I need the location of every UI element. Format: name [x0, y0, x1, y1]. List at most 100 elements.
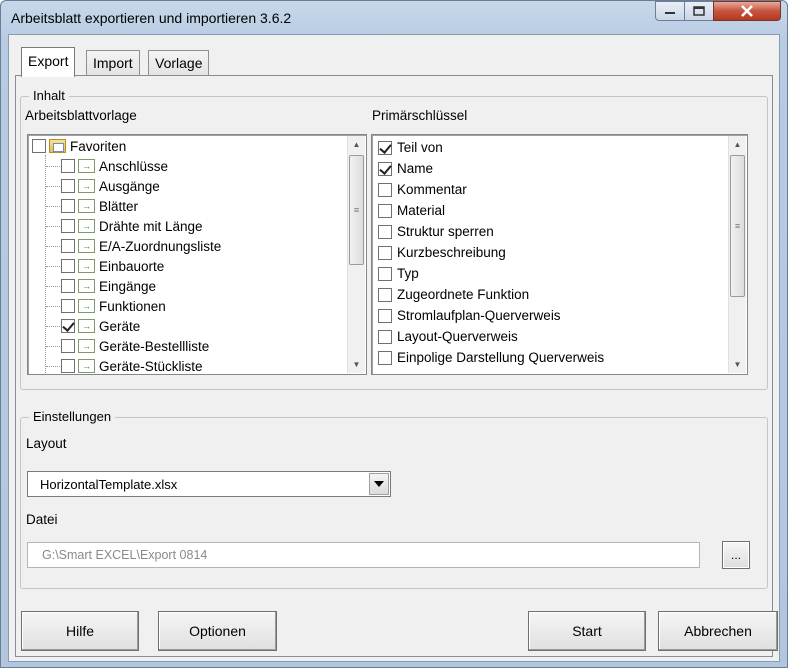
- tree-item[interactable]: → Blätter: [61, 196, 138, 216]
- primary-key-item[interactable]: Layout-Querverweis: [378, 326, 518, 347]
- worksheet-template-icon: →: [78, 159, 95, 173]
- layout-select-value: HorizontalTemplate.xlsx: [40, 476, 178, 492]
- tree-item-label: Anschlüsse: [99, 158, 169, 174]
- primary-key-checkbox[interactable]: [378, 161, 392, 176]
- scroll-thumb[interactable]: ≡: [349, 155, 364, 265]
- tree-item-checkbox[interactable]: [61, 159, 75, 173]
- primary-key-item[interactable]: Typ: [378, 263, 419, 284]
- tab-import-label: Import: [93, 55, 133, 71]
- worksheet-template-icon: →: [78, 319, 95, 333]
- tree-item[interactable]: → Funktionen: [61, 296, 166, 316]
- primary-key-item[interactable]: Kurzbeschreibung: [378, 242, 506, 263]
- minimize-button[interactable]: [655, 1, 685, 21]
- template-tree[interactable]: Favoriten → Anschlüsse → Ausgänge → Blätter → D…: [27, 134, 367, 375]
- primary-key-checkbox[interactable]: [378, 224, 392, 239]
- tree-item[interactable]: → Geräte-Bestellliste: [61, 336, 209, 356]
- primary-key-item[interactable]: Teil von: [378, 137, 443, 158]
- worksheet-template-icon: →: [78, 299, 95, 313]
- tree-item[interactable]: → Eingänge: [61, 276, 156, 296]
- title-bar[interactable]: Arbeitsblatt exportieren und importieren…: [1, 1, 787, 35]
- tree-item[interactable]: → Einbauorte: [61, 256, 164, 276]
- primary-key-label: Material: [397, 203, 446, 218]
- tree-item-checkbox[interactable]: [61, 179, 75, 193]
- tree-item-checkbox[interactable]: [61, 199, 75, 213]
- tree-item-label: Geräte: [99, 318, 141, 334]
- primary-key-label: Stromlaufplan-Querverweis: [397, 308, 561, 323]
- primary-key-item[interactable]: Stromlaufplan-Querverweis: [378, 305, 561, 326]
- primary-key-item[interactable]: Einpolige Darstellung Querverweis: [378, 347, 604, 368]
- tree-root-label: Favoriten: [70, 138, 127, 154]
- primary-key-checkbox[interactable]: [378, 140, 392, 155]
- tree-item-checkbox[interactable]: [61, 299, 75, 313]
- tree-connector: [46, 346, 60, 347]
- primary-key-checkbox[interactable]: [378, 203, 392, 218]
- tree-connector: [46, 266, 60, 267]
- primary-key-checkbox[interactable]: [378, 308, 392, 323]
- tree-connector: [46, 186, 60, 187]
- browse-button[interactable]: ...: [722, 541, 750, 569]
- layout-select[interactable]: HorizontalTemplate.xlsx: [27, 471, 391, 497]
- content-legend: Inhalt: [29, 88, 69, 103]
- tree-connector: [46, 306, 60, 307]
- chevron-down-icon: [374, 481, 384, 487]
- primary-key-checkbox[interactable]: [378, 329, 392, 344]
- tree-item-checkbox[interactable]: [61, 259, 75, 273]
- template-tree-scrollbar[interactable]: ▲ ≡ ▼: [347, 136, 365, 373]
- tree-item-checkbox[interactable]: [61, 279, 75, 293]
- tree-item[interactable]: → E/A-Zuordnungsliste: [61, 236, 221, 256]
- scroll-down-icon[interactable]: ▼: [729, 356, 746, 373]
- tab-import[interactable]: Import: [86, 50, 140, 76]
- primary-key-scrollbar[interactable]: ▲ ≡ ▼: [728, 136, 746, 373]
- tree-item-checkbox[interactable]: [61, 319, 75, 333]
- tree-item[interactable]: → Anschlüsse: [61, 156, 168, 176]
- primary-key-item[interactable]: Struktur sperren: [378, 221, 494, 242]
- tree-item-label: Drähte mit Länge: [99, 218, 203, 234]
- tree-item-checkbox[interactable]: [61, 339, 75, 353]
- close-button[interactable]: [713, 1, 781, 21]
- cancel-label: Abbrechen: [684, 623, 752, 639]
- primary-key-label: Kurzbeschreibung: [397, 245, 506, 260]
- tree-root-checkbox[interactable]: [32, 139, 46, 153]
- dialog-window: Arbeitsblatt exportieren und importieren…: [0, 0, 788, 668]
- primary-key-checkbox[interactable]: [378, 350, 392, 365]
- tree-item[interactable]: → Geräte-Stückliste: [61, 356, 203, 374]
- cancel-button[interactable]: Abbrechen: [658, 611, 778, 651]
- tree-item[interactable]: → Geräte: [61, 316, 140, 336]
- primary-key-checkbox[interactable]: [378, 287, 392, 302]
- primary-key-label: Typ: [397, 266, 419, 281]
- favorites-folder-icon: [49, 139, 66, 153]
- start-button[interactable]: Start: [528, 611, 646, 651]
- file-path-value: G:\Smart EXCEL\Export 0814: [42, 548, 208, 562]
- tab-vorlage[interactable]: Vorlage: [148, 50, 210, 76]
- primary-key-item[interactable]: Kommentar: [378, 179, 467, 200]
- primary-key-item[interactable]: Material: [378, 200, 445, 221]
- primary-key-checkbox[interactable]: [378, 182, 392, 197]
- primary-key-checkbox[interactable]: [378, 245, 392, 260]
- scroll-up-icon[interactable]: ▲: [729, 136, 746, 153]
- maximize-button[interactable]: [684, 1, 714, 21]
- file-path-field[interactable]: G:\Smart EXCEL\Export 0814: [27, 542, 700, 568]
- tab-export-label: Export: [28, 53, 69, 69]
- primary-key-checkbox[interactable]: [378, 266, 392, 281]
- primary-key-list[interactable]: Teil von Name Kommentar Material Struktur sp…: [371, 134, 748, 375]
- tree-root-favorites[interactable]: Favoriten: [32, 136, 126, 156]
- scroll-up-icon[interactable]: ▲: [348, 136, 365, 153]
- primary-key-item[interactable]: Name: [378, 158, 433, 179]
- tree-item[interactable]: → Drähte mit Länge: [61, 216, 203, 236]
- scroll-down-icon[interactable]: ▼: [348, 356, 365, 373]
- primary-key-label: Teil von: [397, 140, 443, 155]
- help-button[interactable]: Hilfe: [21, 611, 139, 651]
- options-button[interactable]: Optionen: [158, 611, 277, 651]
- scroll-thumb[interactable]: ≡: [730, 155, 745, 297]
- tree-item-checkbox[interactable]: [61, 219, 75, 233]
- tree-connector: [46, 226, 60, 227]
- start-label: Start: [572, 623, 602, 639]
- worksheet-template-icon: →: [78, 219, 95, 233]
- dropdown-button[interactable]: [369, 473, 389, 495]
- tree-item-checkbox[interactable]: [61, 359, 75, 373]
- tree-item-checkbox[interactable]: [61, 239, 75, 253]
- primary-key-item[interactable]: Zugeordnete Funktion: [378, 284, 529, 305]
- tab-export[interactable]: Export: [21, 47, 76, 77]
- tree-item[interactable]: → Ausgänge: [61, 176, 160, 196]
- options-label: Optionen: [189, 623, 246, 639]
